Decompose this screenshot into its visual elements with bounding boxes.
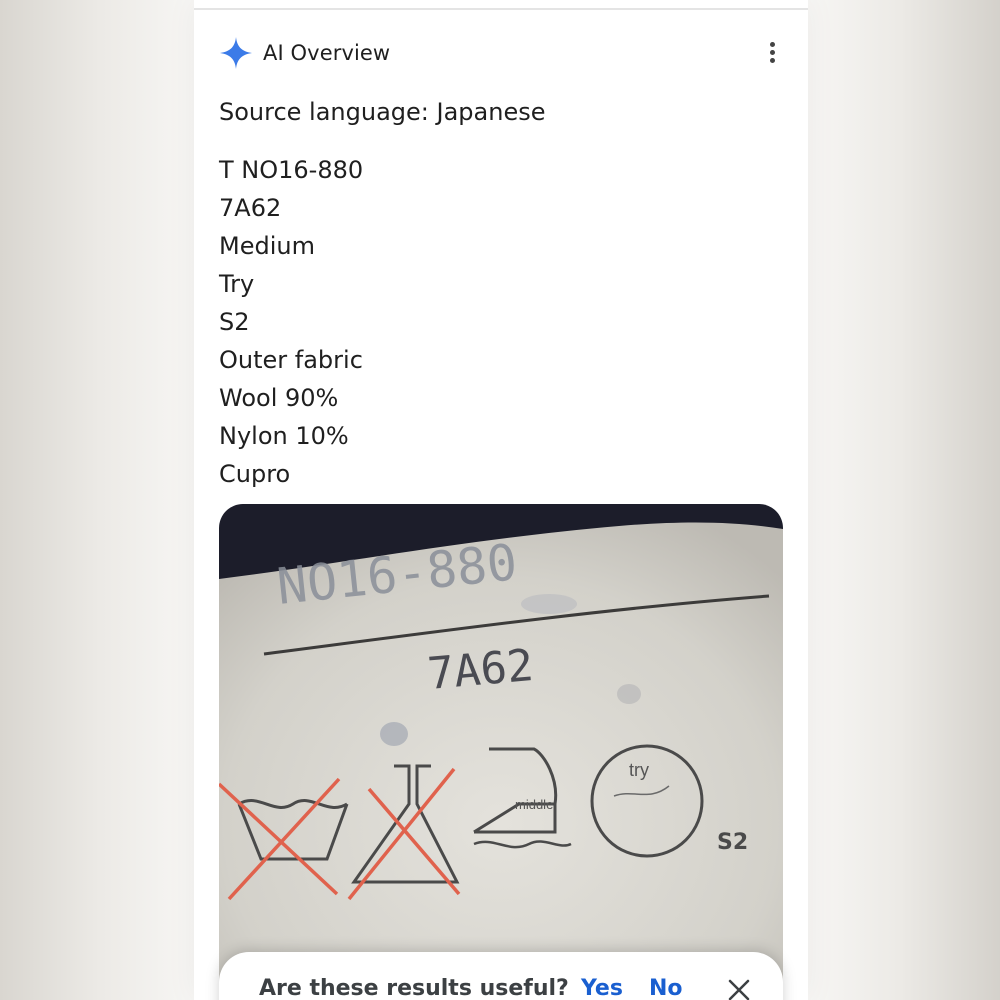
translation-line: Nylon 10% bbox=[219, 422, 349, 450]
more-options-icon[interactable] bbox=[767, 42, 777, 66]
close-icon[interactable] bbox=[727, 978, 751, 1000]
garment-label-photo[interactable]: NO16-880 7A62 middle try S2 bbox=[219, 504, 783, 1000]
translation-line: Outer fabric bbox=[219, 346, 363, 374]
translation-line: T NO16-880 bbox=[219, 156, 364, 184]
top-divider bbox=[194, 8, 808, 10]
photo-size-mark: S2 bbox=[717, 830, 748, 855]
translation-line: Wool 90% bbox=[219, 384, 339, 412]
source-language-text: Source language: Japanese bbox=[219, 98, 546, 126]
feedback-question: Are these results useful? bbox=[259, 976, 569, 1000]
feedback-no-button[interactable]: No bbox=[649, 976, 683, 1000]
gemini-sparkle-icon bbox=[220, 37, 252, 69]
photo-iron-label: middle bbox=[515, 797, 553, 812]
ai-overview-title: AI Overview bbox=[263, 41, 391, 65]
photo-text-code: 7A62 bbox=[426, 640, 536, 700]
translation-line: Cupro bbox=[219, 460, 291, 488]
translation-line: Medium bbox=[219, 232, 315, 260]
feedback-yes-button[interactable]: Yes bbox=[581, 976, 623, 1000]
ai-overview-header: AI Overview bbox=[219, 36, 783, 70]
photo-circle-label: try bbox=[629, 760, 649, 780]
translation-line: S2 bbox=[219, 308, 250, 336]
ai-overview-panel: AI Overview Source language: Japanese T … bbox=[194, 0, 808, 1000]
translation-lines: T NO16-880 7A62 Medium Try S2 Outer fabr… bbox=[219, 151, 363, 493]
translation-line: 7A62 bbox=[219, 194, 282, 222]
translation-line: Try bbox=[219, 270, 255, 298]
feedback-bar: Are these results useful? Yes No bbox=[219, 952, 783, 1000]
